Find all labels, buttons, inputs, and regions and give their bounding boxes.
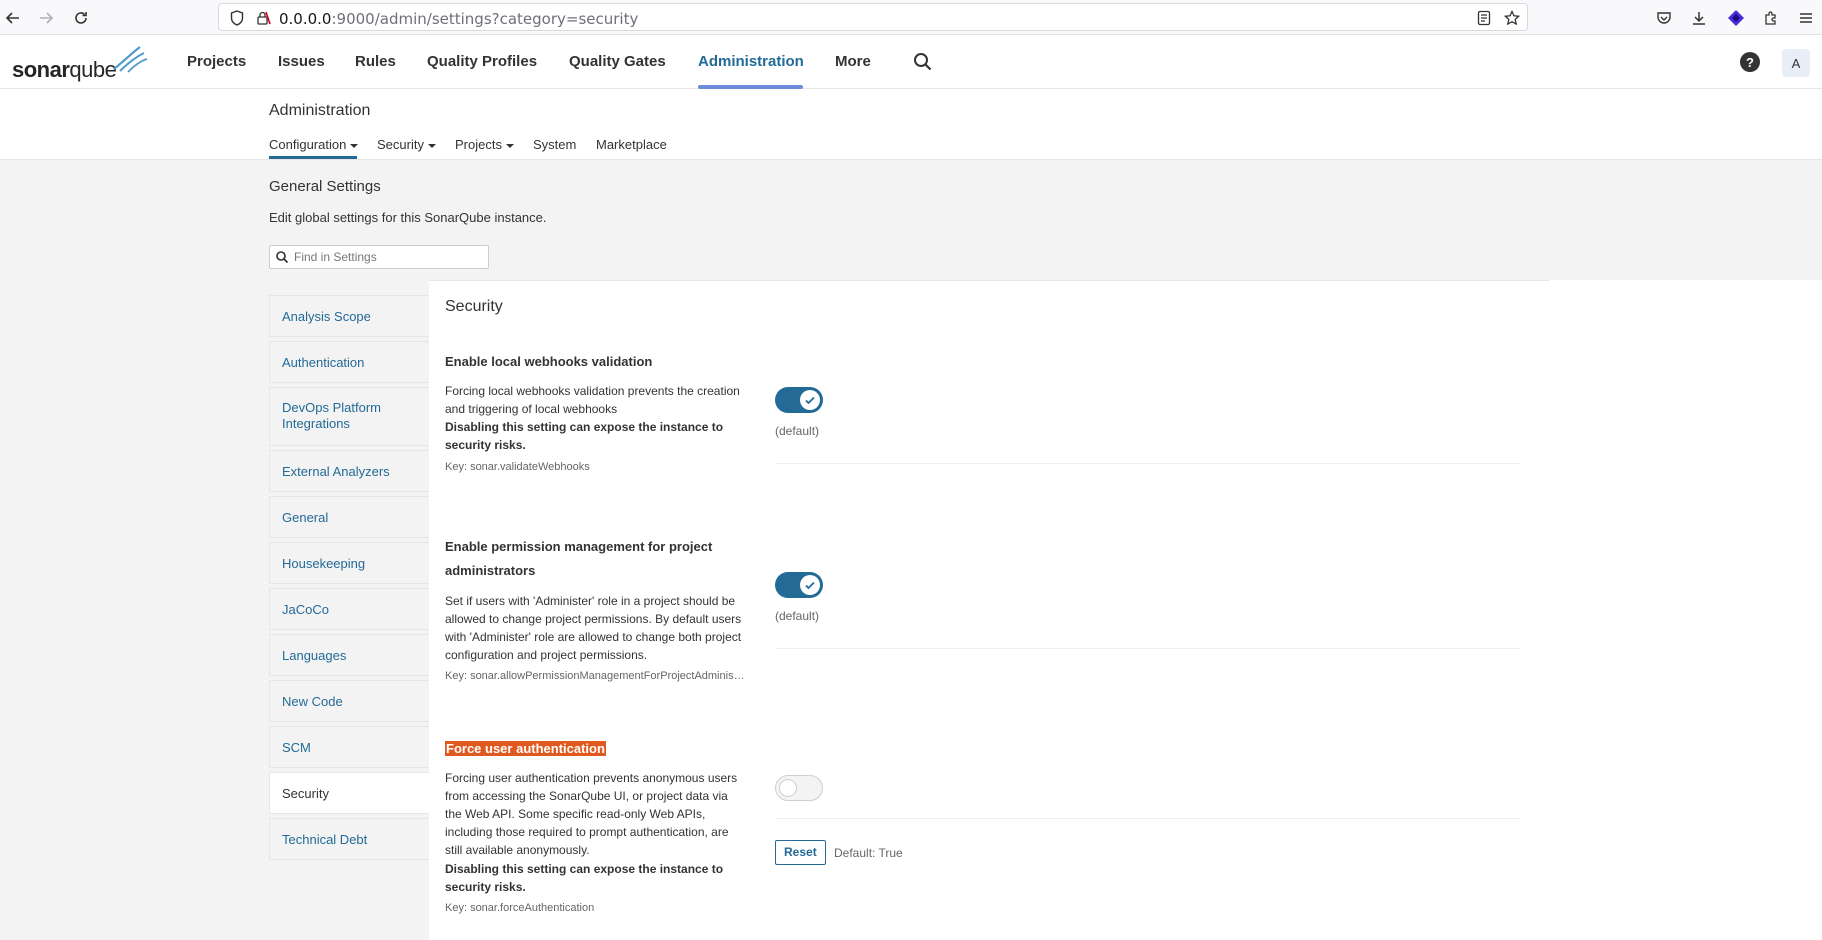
url-text[interactable]: 0.0.0.0:9000/admin/settings?category=sec… <box>279 10 638 28</box>
category-external-analyzers[interactable]: External Analyzers <box>269 450 429 492</box>
url-bar[interactable]: 0.0.0.0:9000/admin/settings?category=sec… <box>218 3 1528 31</box>
nav-quality-gates[interactable]: Quality Gates <box>569 53 666 70</box>
logo-text-bold: sonar <box>12 57 70 82</box>
category-scm[interactable]: SCM <box>269 726 429 768</box>
help-icon[interactable]: ? <box>1740 52 1760 72</box>
divider <box>775 648 1520 649</box>
category-analysis-scope[interactable]: Analysis Scope <box>269 295 429 337</box>
extension-logo-icon[interactable] <box>1723 5 1749 31</box>
nav-more[interactable]: More <box>835 53 871 70</box>
check-icon <box>800 390 820 410</box>
extensions-puzzle-icon[interactable] <box>1758 5 1784 31</box>
pocket-icon[interactable] <box>1651 5 1677 31</box>
search-input[interactable] <box>294 248 484 266</box>
settings-search[interactable] <box>269 245 489 269</box>
toggle-webhooks-validation[interactable] <box>775 387 823 413</box>
logo-text: sonarqube <box>12 57 117 83</box>
setting-key-permission-management: Key: sonar.allowPermissionManagementForP… <box>445 670 745 682</box>
url-host: 0.0.0.0 <box>279 10 332 28</box>
reset-button[interactable]: Reset <box>775 840 826 865</box>
setting-title-webhooks: Enable local webhooks validation <box>445 354 653 369</box>
forward-icon[interactable] <box>33 5 59 31</box>
setting-warning-force-auth: Disabling this setting can expose the in… <box>445 862 724 894</box>
sonarqube-logo[interactable]: sonarqube <box>12 45 148 82</box>
reader-view-icon[interactable] <box>1474 8 1494 28</box>
settings-description: Edit global settings for this SonarQube … <box>269 210 547 225</box>
subnav-marketplace[interactable]: Marketplace <box>596 137 667 152</box>
search-icon <box>276 251 289 264</box>
global-navigation: sonarqube Projects Issues Rules Quality … <box>0 35 1822 89</box>
chevron-down-icon <box>427 143 436 148</box>
settings-categories: Analysis Scope Authentication DevOps Pla… <box>269 295 429 864</box>
category-housekeeping[interactable]: Housekeeping <box>269 542 429 584</box>
setting-desc-permission-management: Set if users with 'Administer' role in a… <box>445 594 742 662</box>
category-new-code[interactable]: New Code <box>269 680 429 722</box>
browser-toolbar: 0.0.0.0:9000/admin/settings?category=sec… <box>0 0 1822 35</box>
setting-title-permission-management: Enable permission management for project… <box>445 539 713 578</box>
setting-desc-force-auth: Forcing user authentication prevents ano… <box>445 771 738 857</box>
setting-key-webhooks: Key: sonar.validateWebhooks <box>445 461 590 473</box>
page-title: Administration <box>269 102 371 119</box>
category-jacoco[interactable]: JaCoCo <box>269 588 429 630</box>
nav-issues[interactable]: Issues <box>278 53 325 70</box>
subnav-configuration-label: Configuration <box>269 137 347 152</box>
category-technical-debt[interactable]: Technical Debt <box>269 818 429 860</box>
category-authentication[interactable]: Authentication <box>269 341 429 383</box>
menu-hamburger-icon[interactable] <box>1793 5 1819 31</box>
search-icon[interactable] <box>912 51 934 73</box>
reload-icon[interactable] <box>68 5 94 31</box>
nav-administration[interactable]: Administration <box>698 53 804 70</box>
subnav-projects-label: Projects <box>455 137 502 152</box>
toggle-force-authentication[interactable] <box>775 775 823 801</box>
default-label-webhooks: (default) <box>775 424 820 438</box>
search-highlight: Force user authentication <box>445 741 606 756</box>
subnav-security[interactable]: Security <box>377 137 436 152</box>
category-languages[interactable]: Languages <box>269 634 429 676</box>
chevron-down-icon <box>505 143 514 148</box>
default-label-permission-management: (default) <box>775 609 820 623</box>
shield-icon[interactable] <box>227 8 247 28</box>
chevron-down-icon <box>350 143 359 148</box>
section-title: Security <box>445 298 503 315</box>
setting-desc-webhooks: Forcing local webhooks validation preven… <box>445 384 740 416</box>
check-icon <box>800 575 820 595</box>
category-general[interactable]: General <box>269 496 429 538</box>
toggle-knob <box>779 779 797 797</box>
nav-projects[interactable]: Projects <box>187 53 246 70</box>
subnav-security-label: Security <box>377 137 424 152</box>
divider <box>775 818 1520 819</box>
default-value-force-auth: Default: True <box>834 846 903 860</box>
divider <box>775 463 1520 464</box>
nav-rules[interactable]: Rules <box>355 53 396 70</box>
subnav-system[interactable]: System <box>533 137 576 152</box>
subnav-active-indicator <box>269 156 357 159</box>
category-devops-platform-integrations[interactable]: DevOps Platform Integrations <box>269 387 429 446</box>
bookmark-star-icon[interactable] <box>1502 8 1522 28</box>
download-icon[interactable] <box>1686 5 1712 31</box>
toggle-permission-management[interactable] <box>775 572 823 598</box>
logo-waves-icon <box>113 46 148 73</box>
setting-warning-webhooks: Disabling this setting can expose the in… <box>445 420 724 452</box>
admin-header: Administration Configuration Security Pr… <box>0 89 1822 160</box>
setting-title-force-auth: Force user authentication <box>445 737 735 761</box>
back-icon[interactable] <box>0 5 26 31</box>
avatar[interactable]: A <box>1782 49 1810 77</box>
setting-key-force-auth: Key: sonar.forceAuthentication <box>445 902 595 914</box>
nav-quality-profiles[interactable]: Quality Profiles <box>427 53 537 70</box>
lock-warning-icon[interactable] <box>253 8 273 28</box>
divider <box>429 280 1549 281</box>
category-security[interactable]: Security <box>269 772 429 814</box>
settings-title: General Settings <box>269 178 381 195</box>
url-path: :9000/admin/settings?category=security <box>331 10 639 28</box>
subnav-configuration[interactable]: Configuration <box>269 137 359 152</box>
subnav-projects[interactable]: Projects <box>455 137 514 152</box>
